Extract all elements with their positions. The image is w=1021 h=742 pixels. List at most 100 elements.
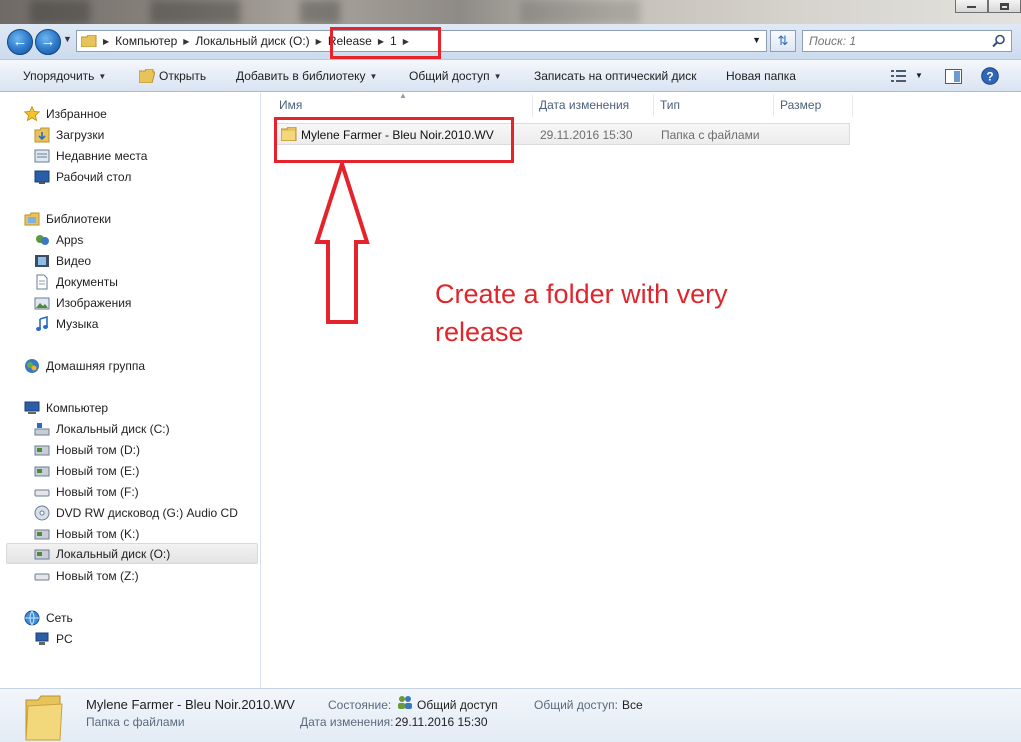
search-icon[interactable] (992, 34, 1006, 48)
hard-drive-icon (34, 529, 50, 539)
libraries-icon (24, 212, 40, 225)
details-name: Mylene Farmer - Bleu Noir.2010.WV (86, 697, 295, 712)
details-share-label: Общий доступ: (534, 698, 618, 712)
nav-drive-k[interactable]: Новый том (K:) (34, 523, 139, 544)
breadcrumb-separator-icon: ▶ (315, 36, 322, 46)
search-input[interactable] (803, 34, 983, 48)
minimize-button[interactable] (955, 0, 988, 13)
recent-pages-dropdown[interactable]: ▼ (63, 34, 72, 44)
breadcrumb-computer[interactable]: Компьютер (115, 34, 177, 48)
removable-drive-icon (34, 489, 50, 496)
open-button[interactable]: Открыть (159, 69, 206, 83)
nav-video[interactable]: Видео (34, 250, 91, 271)
nav-drive-d[interactable]: Новый том (D:) (34, 439, 140, 460)
highlight-folder-row (274, 117, 514, 163)
nav-drive-e[interactable]: Новый том (E:) (34, 460, 139, 481)
share-button[interactable]: Общий доступ ▼ (409, 69, 502, 83)
nav-documents[interactable]: Документы (34, 271, 118, 292)
nav-network[interactable]: Сеть (24, 607, 73, 628)
nav-drive-g-dvd[interactable]: DVD RW дисковод (G:) Audio CD (34, 502, 238, 523)
downloads-folder-icon (34, 127, 50, 142)
removable-drive-icon (34, 573, 50, 580)
details-pane: Mylene Farmer - Bleu Noir.2010.WV Папка … (0, 688, 1021, 742)
burn-button[interactable]: Записать на оптический диск (534, 69, 697, 83)
column-header-type[interactable]: Тип (660, 98, 680, 112)
nav-homegroup[interactable]: Домашняя группа (24, 355, 145, 376)
hard-drive-icon (34, 445, 50, 455)
open-folder-icon (139, 69, 155, 83)
address-history-dropdown[interactable]: ▼ (752, 35, 761, 45)
details-state-label: Состояние: (328, 698, 392, 712)
organize-button[interactable]: Упорядочить ▼ (23, 69, 106, 83)
file-list: ▲ Имя Дата изменения Тип Размер Mylene F… (262, 91, 1021, 688)
hard-drive-icon (34, 466, 50, 476)
title-bar (0, 0, 1021, 24)
nav-desktop[interactable]: Рабочий стол (34, 166, 131, 187)
column-header-size[interactable]: Размер (780, 98, 821, 112)
preview-pane-icon[interactable] (945, 69, 962, 84)
annotation-text: Create a folder with very release (435, 279, 728, 347)
nav-drive-c[interactable]: Локальный диск (C:) (34, 418, 170, 439)
network-computer-icon (35, 632, 49, 645)
nav-computer[interactable]: Компьютер (24, 397, 108, 418)
breadcrumb-drive-o[interactable]: Локальный диск (O:) (195, 34, 309, 48)
add-to-library-button[interactable]: Добавить в библиотеку ▼ (236, 69, 377, 83)
system-drive-icon (34, 422, 50, 435)
arrow-right-icon: → (40, 33, 56, 50)
address-bar: ← → ▼ ▶ Компьютер ▶ Локальный диск (O:) … (0, 24, 1021, 60)
view-options-icon[interactable] (891, 69, 907, 83)
nav-recent-places[interactable]: Недавние места (34, 145, 147, 166)
command-bar: Упорядочить ▼ Открыть Добавить в библиоте… (0, 60, 1021, 92)
breadcrumb-separator-icon: ▶ (103, 36, 110, 46)
column-divider[interactable] (773, 95, 774, 117)
chevron-down-icon: ▼ (369, 72, 378, 81)
chevron-down-icon: ▼ (98, 72, 107, 81)
help-icon[interactable]: ? (981, 67, 999, 85)
search-box[interactable] (802, 30, 1012, 52)
desktop-icon (34, 170, 50, 184)
nav-drive-o[interactable]: Локальный диск (O:) (6, 543, 258, 564)
file-type: Папка с файлами (661, 128, 760, 142)
documents-icon (36, 274, 48, 289)
maximize-button[interactable] (988, 0, 1021, 13)
shared-users-icon (398, 696, 412, 709)
nav-favorites[interactable]: Избранное (24, 103, 107, 124)
new-folder-button[interactable]: Новая папка (726, 69, 796, 83)
audio-cd-icon (34, 505, 50, 520)
apps-library-icon (36, 234, 49, 245)
navigation-pane: Избранное Загрузки Недавние места Рабочи… (0, 93, 261, 688)
minimize-icon (967, 5, 976, 8)
nav-drive-z[interactable]: Новый том (Z:) (34, 565, 139, 586)
refresh-icon: ⇅ (777, 33, 789, 48)
star-icon (24, 105, 40, 121)
window-controls (955, 0, 1021, 13)
breadcrumb-separator-icon: ▶ (183, 36, 190, 46)
column-header-name[interactable]: Имя (279, 98, 302, 112)
arrow-left-icon: ← (12, 33, 28, 50)
details-share-value: Все (622, 698, 643, 712)
nav-apps[interactable]: Apps (34, 229, 83, 250)
nav-libraries[interactable]: Библиотеки (24, 208, 111, 229)
column-header-date[interactable]: Дата изменения (539, 98, 629, 112)
folder-icon (81, 35, 97, 47)
computer-icon (24, 401, 40, 414)
network-globe-icon (24, 610, 40, 626)
nav-music[interactable]: Музыка (34, 313, 98, 334)
nav-downloads[interactable]: Загрузки (34, 124, 104, 145)
refresh-button[interactable]: ⇅ (770, 30, 796, 52)
annotation-arrow-icon (314, 162, 370, 324)
sort-ascending-icon: ▲ (399, 91, 407, 100)
column-divider[interactable] (852, 95, 853, 117)
back-button[interactable]: ← (7, 29, 33, 55)
column-divider[interactable] (653, 95, 654, 117)
nav-pictures[interactable]: Изображения (34, 292, 131, 313)
hard-drive-icon (34, 549, 50, 559)
nav-drive-f[interactable]: Новый том (F:) (34, 481, 139, 502)
view-chevron-down-icon[interactable]: ▼ (915, 71, 923, 80)
nav-pc[interactable]: PC (34, 628, 73, 649)
column-divider[interactable] (532, 95, 533, 117)
pictures-icon (34, 297, 50, 309)
svg-text:?: ? (986, 70, 993, 84)
large-folder-icon (25, 695, 63, 741)
forward-button[interactable]: → (35, 29, 61, 55)
